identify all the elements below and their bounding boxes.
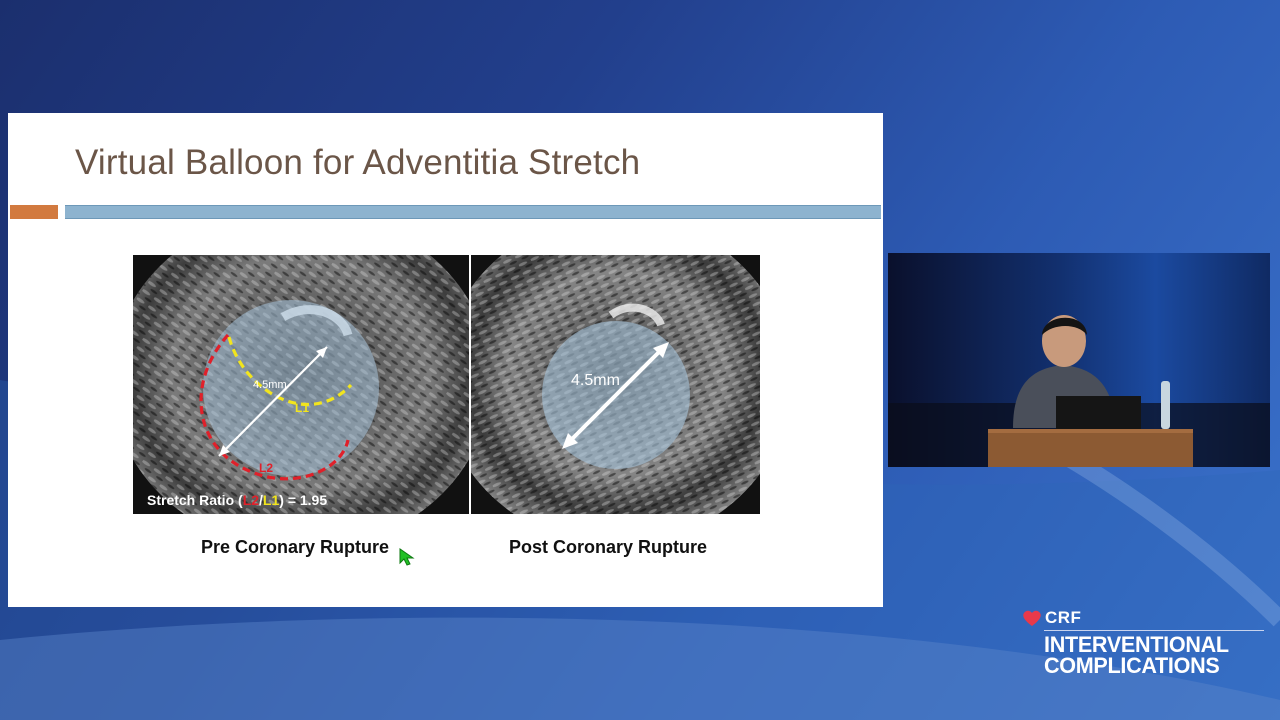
l2-label: L2 (259, 461, 273, 475)
title-accent-bar (10, 205, 58, 219)
presentation-slide: Virtual Balloon for Adventitia Stretch 4… (8, 113, 883, 607)
ivus-image-pre: 4.5mm L1 L2 Stretch Ratio (L2/L1) = 1.95 (133, 255, 469, 514)
cursor-pointer-icon (399, 548, 415, 566)
post-diameter-label: 4.5mm (571, 372, 620, 389)
crf-text: CRF (1045, 608, 1082, 627)
crf-branding: CRF INTERVENTIONAL COMPLICATIONS (1022, 608, 1264, 688)
caption-pre-rupture: Pre Coronary Rupture (201, 537, 390, 557)
speaker-video-feed (888, 253, 1270, 467)
l1-label: L1 (295, 401, 309, 415)
brand-complications: COMPLICATIONS (1044, 653, 1220, 678)
caption-post-rupture: Post Coronary Rupture (509, 537, 708, 557)
crf-logo: CRF (1022, 608, 1081, 628)
stretch-ratio-text: Stretch Ratio (L2/L1) = 1.95 (147, 492, 327, 508)
heart-icon (1023, 610, 1041, 626)
title-divider-bar (65, 205, 881, 219)
brand-divider (1044, 630, 1264, 631)
ivus-image-post: 4.5mm (471, 255, 760, 514)
slide-title: Virtual Balloon for Adventitia Stretch (75, 143, 641, 182)
pre-diameter-label: 4.5mm (253, 379, 287, 391)
